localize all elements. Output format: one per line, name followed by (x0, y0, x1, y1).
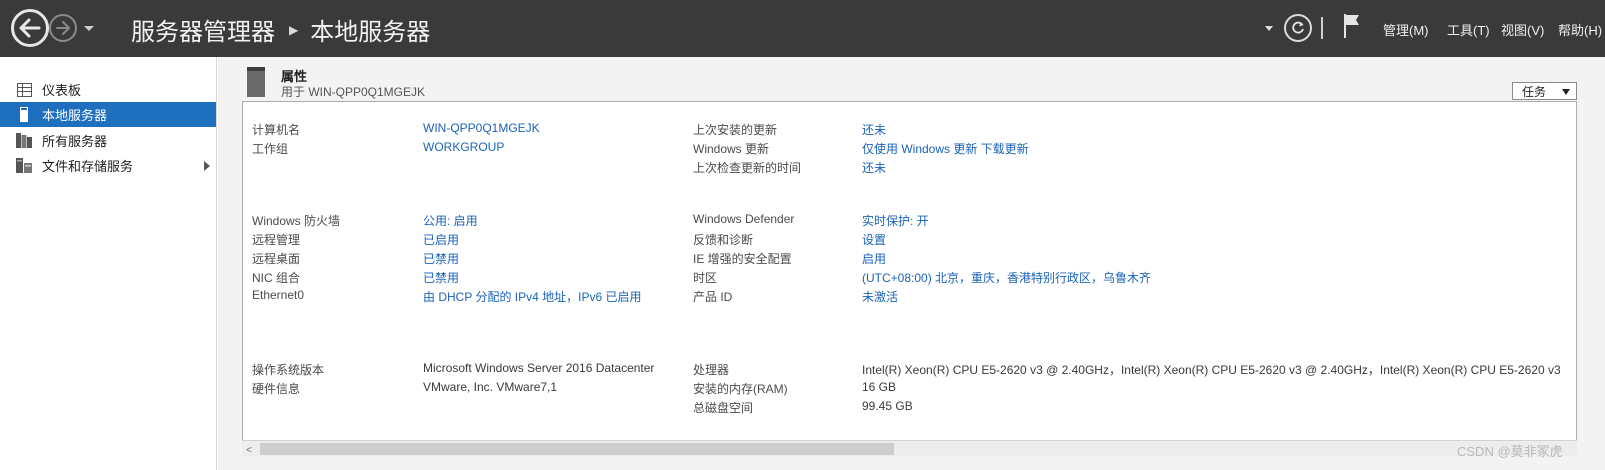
breadcrumb-current: 本地服务器 (310, 19, 431, 46)
processor-value-clip: Intel(R) Xeon(R) CPU E5-2620 v3 @ 2.40GH… (862, 358, 1575, 378)
firewall-link[interactable]: 公用: 启用 (423, 212, 478, 229)
feedback-link[interactable]: 设置 (862, 231, 886, 248)
watermark: CSDN @莫非冢虎 (1457, 444, 1563, 459)
menu-manage[interactable]: 管理(M) (1383, 20, 1429, 39)
chevron-down-icon (1265, 26, 1273, 31)
ram-label: 安装的内存(RAM) (693, 382, 788, 396)
tasks-dropdown[interactable]: 任务 (1512, 82, 1577, 100)
scrollbar-thumb[interactable] (260, 443, 894, 455)
forward-arrow-icon (56, 21, 70, 35)
section-subtitle: 用于 WIN-QPP0Q1MGEJK (281, 85, 426, 99)
tasks-label: 任务 (1522, 84, 1547, 99)
back-arrow-icon (19, 18, 41, 38)
last-installed-update-label: 上次安装的更新 (693, 123, 778, 137)
sidebar-item-label: 仪表板 (42, 83, 82, 98)
horizontal-scrollbar[interactable]: < (242, 440, 1577, 456)
servers-icon (16, 133, 32, 149)
breadcrumb-root[interactable]: 服务器管理器 (131, 12, 275, 47)
hardware-info-label: 硬件信息 (252, 382, 301, 396)
remote-management-label: 远程管理 (252, 233, 301, 247)
workgroup-label: 工作组 (252, 142, 289, 156)
sidebar-item-dashboard[interactable]: 仪表板 (0, 77, 216, 102)
processor-label: 处理器 (693, 363, 730, 377)
refresh-icon (1292, 21, 1304, 34)
title-bar: 服务器管理器 ▶ 本地服务器 管理(M) 工具(T) 视图(V) 帮助(H) (0, 0, 1605, 57)
menu-tools[interactable]: 工具(T) (1447, 20, 1490, 39)
sidebar-item-label: 本地服务器 (42, 108, 108, 123)
disk-space-label: 总磁盘空间 (693, 401, 754, 415)
sidebar-item-all-servers[interactable]: 所有服务器 (0, 128, 216, 153)
os-version-value: Microsoft Windows Server 2016 Datacenter (423, 361, 655, 375)
breadcrumb-separator-icon: ▶ (289, 22, 299, 37)
scroll-left-icon[interactable]: < (246, 445, 252, 456)
dashboard-icon (16, 82, 32, 98)
processor-value: Intel(R) Xeon(R) CPU E5-2620 v3 @ 2.40GH… (862, 363, 1561, 377)
ie-esc-link[interactable]: 启用 (862, 250, 886, 267)
chevron-down-icon (1562, 89, 1570, 95)
computer-name-link[interactable]: WIN-QPP0Q1MGEJK (423, 121, 540, 135)
nic-teaming-link[interactable]: 已禁用 (423, 269, 459, 286)
remote-desktop-link[interactable]: 已禁用 (423, 250, 459, 267)
sidebar-item-file-storage[interactable]: 文件和存储服务 (0, 153, 216, 178)
os-version-label: 操作系统版本 (252, 363, 325, 377)
ethernet-label: Ethernet0 (252, 288, 305, 302)
ethernet-link[interactable]: 由 DHCP 分配的 IPv4 地址，IPv6 已启用 (423, 288, 641, 305)
ram-value: 16 GB (862, 380, 897, 394)
back-button[interactable] (11, 9, 49, 47)
sidebar-item-label: 文件和存储服务 (42, 159, 134, 174)
computer-name-label: 计算机名 (252, 123, 301, 137)
last-installed-update-link[interactable]: 还未 (862, 121, 886, 138)
history-dropdown-button[interactable] (82, 21, 96, 35)
last-check-link[interactable]: 还未 (862, 159, 886, 176)
menu-view[interactable]: 视图(V) (1501, 20, 1544, 39)
last-check-label: 上次检查更新的时间 (693, 161, 802, 175)
workgroup-link[interactable]: WORKGROUP (423, 140, 504, 154)
sidebar-item-local-server[interactable]: 本地服务器 (0, 102, 216, 127)
product-id-label: 产品 ID (693, 290, 733, 304)
timezone-link[interactable]: (UTC+08:00) 北京，重庆，香港特别行政区，乌鲁木齐 (862, 269, 1151, 286)
properties-server-icon (247, 67, 265, 97)
refresh-dropdown-button[interactable] (1264, 23, 1276, 35)
product-id-link[interactable]: 未激活 (862, 288, 898, 305)
remote-desktop-label: 远程桌面 (252, 252, 301, 266)
chevron-down-icon (84, 26, 94, 31)
notifications-flag-icon[interactable] (1343, 13, 1361, 39)
defender-link[interactable]: 实时保护: 开 (862, 212, 929, 229)
menu-help[interactable]: 帮助(H) (1558, 20, 1602, 39)
remote-management-link[interactable]: 已启用 (423, 231, 459, 248)
expand-arrow-icon[interactable] (204, 161, 210, 171)
ie-esc-label: IE 增强的安全配置 (693, 252, 792, 266)
sidebar-item-label: 所有服务器 (42, 134, 108, 149)
hardware-info-value: VMware, Inc. VMware7,1 (423, 380, 558, 394)
header-divider (1321, 17, 1323, 39)
timezone-label: 时区 (693, 271, 718, 285)
feedback-label: 反馈和诊断 (693, 233, 754, 247)
storage-icon (16, 158, 32, 174)
disk-space-value: 99.45 GB (862, 399, 913, 413)
forward-button[interactable] (49, 14, 77, 42)
windows-update-label: Windows 更新 (693, 142, 770, 156)
nic-teaming-label: NIC 组合 (252, 271, 301, 285)
firewall-label: Windows 防火墙 (252, 214, 341, 228)
server-icon (16, 107, 32, 123)
breadcrumb: 服务器管理器 ▶ 本地服务器 (131, 12, 430, 47)
defender-label: Windows Defender (693, 212, 795, 226)
windows-update-link[interactable]: 仅使用 Windows 更新 下载更新 (862, 140, 1029, 157)
sidebar: 仪表板 本地服务器 所有服务器 文件和存储服务 (0, 57, 217, 470)
refresh-button[interactable] (1284, 14, 1312, 42)
